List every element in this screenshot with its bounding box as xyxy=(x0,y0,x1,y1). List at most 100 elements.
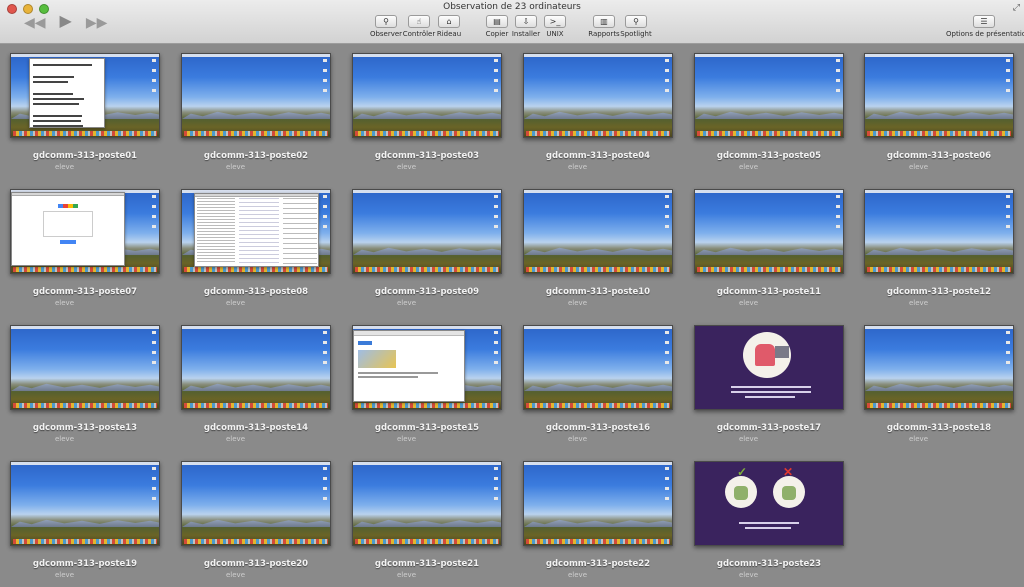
computer-name: gdcomm-313-poste22 xyxy=(523,559,673,569)
screen-thumbnail[interactable] xyxy=(864,189,1014,274)
spotlight-icon: ⚲ xyxy=(625,15,647,28)
computer-tile[interactable]: gdcomm-313-poste06 eleve xyxy=(864,45,1014,171)
computer-name: gdcomm-313-poste03 xyxy=(352,151,502,161)
screen-thumbnail[interactable] xyxy=(694,325,844,410)
window-titlebar: Observation de 23 ordinateurs ⤢ ◀◀ ▶ ▶▶ … xyxy=(0,0,1024,44)
computer-user: eleve xyxy=(55,299,74,307)
rideau-label: Rideau xyxy=(429,30,469,38)
computer-tile[interactable]: gdcomm-313-poste16 eleve xyxy=(523,317,673,443)
control-icon: ☝ xyxy=(408,15,430,28)
screen-thumbnail[interactable] xyxy=(181,461,331,546)
presentation-options-label: Options de présentation xyxy=(946,30,1022,38)
install-icon: ⇩ xyxy=(515,15,537,28)
computer-user: eleve xyxy=(739,435,758,443)
computer-name: gdcomm-313-poste14 xyxy=(181,423,331,433)
screen-thumbnail[interactable] xyxy=(10,53,160,138)
computer-tile[interactable]: gdcomm-313-poste04 eleve xyxy=(523,45,673,171)
fullscreen-icon[interactable]: ⤢ xyxy=(1013,2,1020,13)
screen-thumbnail[interactable] xyxy=(181,189,331,274)
computer-name: gdcomm-313-poste11 xyxy=(694,287,844,297)
computer-tile[interactable]: gdcomm-313-poste22 eleve xyxy=(523,453,673,579)
computer-tile[interactable]: gdcomm-313-poste19 eleve xyxy=(10,453,160,579)
spotlight-label: Spotlight xyxy=(616,30,656,38)
computer-user: eleve xyxy=(397,435,416,443)
unix-button[interactable]: >_ UNIX xyxy=(535,15,575,38)
computer-user: eleve xyxy=(909,435,928,443)
computer-user: eleve xyxy=(397,163,416,171)
screen-thumbnail[interactable] xyxy=(181,53,331,138)
computer-tile[interactable]: gdcomm-313-poste07 eleve xyxy=(10,181,160,307)
next-page-icon[interactable]: ▶▶ xyxy=(86,14,108,30)
window-title: Observation de 23 ordinateurs xyxy=(0,2,1024,12)
screen-thumbnail[interactable] xyxy=(864,325,1014,410)
binoculars-icon: ⚲ xyxy=(375,15,397,28)
computer-tile[interactable]: gdcomm-313-poste12 eleve xyxy=(864,181,1014,307)
screen-thumbnail[interactable] xyxy=(694,189,844,274)
computer-user: eleve xyxy=(909,299,928,307)
computer-user: eleve xyxy=(909,163,928,171)
screen-thumbnail[interactable] xyxy=(523,461,673,546)
computer-tile[interactable]: gdcomm-313-poste01 eleve xyxy=(10,45,160,171)
computer-tile[interactable]: gdcomm-313-poste17 eleve xyxy=(694,317,844,443)
screen-thumbnail[interactable] xyxy=(523,189,673,274)
previous-page-icon[interactable]: ◀◀ xyxy=(24,14,46,30)
computer-name: gdcomm-313-poste21 xyxy=(352,559,502,569)
computer-tile[interactable]: gdcomm-313-poste08 eleve xyxy=(181,181,331,307)
presentation-options-button[interactable]: ☰ Options de présentation xyxy=(946,15,1022,38)
screen-thumbnail[interactable] xyxy=(694,53,844,138)
computer-name: gdcomm-313-poste17 xyxy=(694,423,844,433)
computer-name: gdcomm-313-poste07 xyxy=(10,287,160,297)
computer-name: gdcomm-313-poste16 xyxy=(523,423,673,433)
screen-thumbnail[interactable] xyxy=(181,325,331,410)
computer-user: eleve xyxy=(739,571,758,579)
screen-thumbnail[interactable] xyxy=(352,325,502,410)
computer-user: eleve xyxy=(226,435,245,443)
screen-thumbnail[interactable] xyxy=(864,53,1014,138)
computer-name: gdcomm-313-poste08 xyxy=(181,287,331,297)
computer-user: eleve xyxy=(568,571,587,579)
computer-name: gdcomm-313-poste15 xyxy=(352,423,502,433)
screen-thumbnail[interactable] xyxy=(10,189,160,274)
computer-name: gdcomm-313-poste04 xyxy=(523,151,673,161)
spotlight-button[interactable]: ⚲ Spotlight xyxy=(616,15,656,38)
computer-user: eleve xyxy=(397,299,416,307)
computer-user: eleve xyxy=(397,571,416,579)
computer-user: eleve xyxy=(739,299,758,307)
computer-name: gdcomm-313-poste13 xyxy=(10,423,160,433)
screen-thumbnail[interactable] xyxy=(352,461,502,546)
computer-tile[interactable]: gdcomm-313-poste18 eleve xyxy=(864,317,1014,443)
list-icon: ☰ xyxy=(973,15,995,28)
media-controls: ◀◀ ▶ ▶▶ xyxy=(24,14,107,30)
computer-tile[interactable]: gdcomm-313-poste11 eleve xyxy=(694,181,844,307)
computer-name: gdcomm-313-poste09 xyxy=(352,287,502,297)
computer-tile[interactable]: gdcomm-313-poste14 eleve xyxy=(181,317,331,443)
computer-tile[interactable]: gdcomm-313-poste09 eleve xyxy=(352,181,502,307)
computer-tile[interactable]: ✓ ✕ gdcomm-313-poste23 eleve xyxy=(694,453,844,579)
screen-thumbnail[interactable] xyxy=(352,53,502,138)
screen-thumbnail[interactable]: ✓ ✕ xyxy=(694,461,844,546)
computer-tile[interactable]: gdcomm-313-poste13 eleve xyxy=(10,317,160,443)
screen-thumbnail[interactable] xyxy=(10,461,160,546)
computer-tile[interactable]: gdcomm-313-poste02 eleve xyxy=(181,45,331,171)
reports-icon: ▥ xyxy=(593,15,615,28)
screen-thumbnail[interactable] xyxy=(523,53,673,138)
play-icon[interactable]: ▶ xyxy=(60,14,72,30)
computer-user: eleve xyxy=(568,163,587,171)
screen-thumbnail[interactable] xyxy=(352,189,502,274)
screen-thumbnail[interactable] xyxy=(523,325,673,410)
computer-tile[interactable]: gdcomm-313-poste10 eleve xyxy=(523,181,673,307)
computer-tile[interactable]: gdcomm-313-poste05 eleve xyxy=(694,45,844,171)
curtain-icon: ⌂ xyxy=(438,15,460,28)
copy-icon: ▤ xyxy=(486,15,508,28)
computer-tile[interactable]: gdcomm-313-poste15 eleve xyxy=(352,317,502,443)
computer-name: gdcomm-313-poste02 xyxy=(181,151,331,161)
computer-name: gdcomm-313-poste10 xyxy=(523,287,673,297)
computer-name: gdcomm-313-poste06 xyxy=(864,151,1014,161)
computer-user: eleve xyxy=(568,299,587,307)
computer-tile[interactable]: gdcomm-313-poste21 eleve xyxy=(352,453,502,579)
terminal-icon: >_ xyxy=(544,15,566,28)
computer-tile[interactable]: gdcomm-313-poste03 eleve xyxy=(352,45,502,171)
rideau-button[interactable]: ⌂ Rideau xyxy=(429,15,469,38)
screen-thumbnail[interactable] xyxy=(10,325,160,410)
computer-tile[interactable]: gdcomm-313-poste20 eleve xyxy=(181,453,331,579)
